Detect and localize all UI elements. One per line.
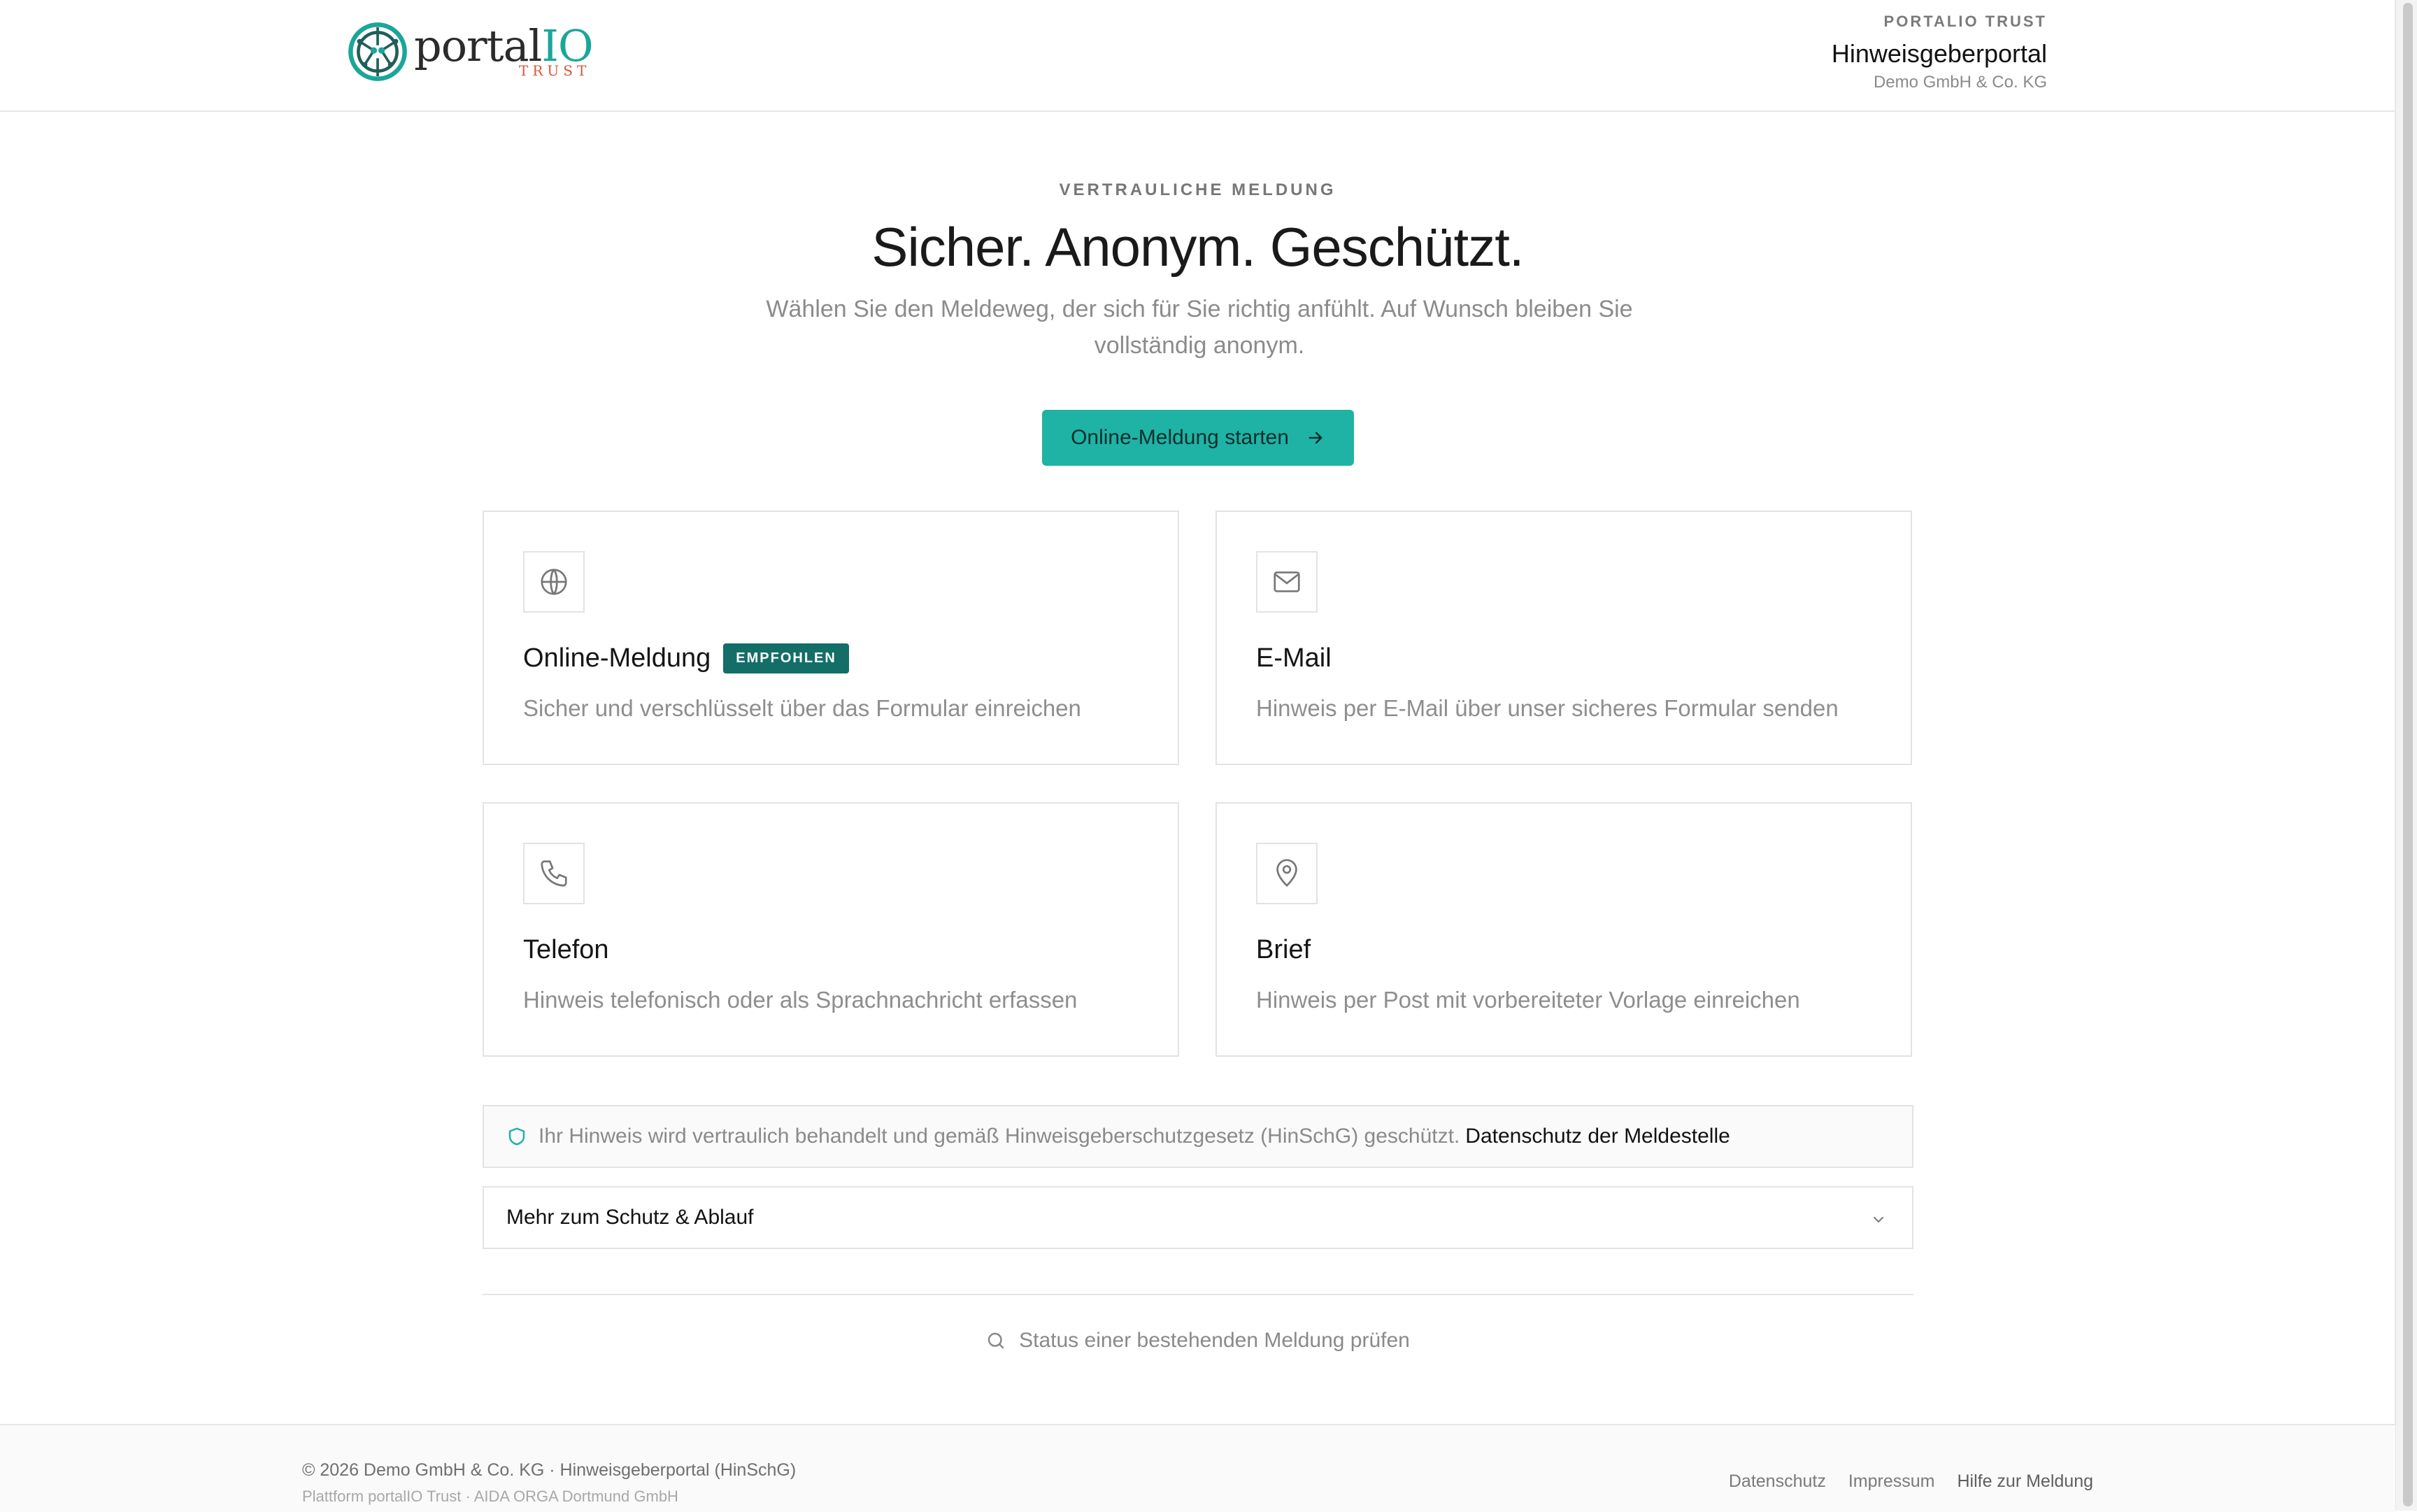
page-scrollbar[interactable] [2395,0,2417,1511]
check-status-link[interactable]: Status einer bestehenden Meldung prüfen [0,1329,2395,1353]
footer-links: Datenschutz Impressum Hilfe zur Meldung [1729,1471,2093,1492]
accordion-label: Mehr zum Schutz & Ablauf [506,1206,754,1229]
shield-icon [508,1127,525,1146]
check-status-label: Status einer bestehenden Meldung prüfen [1019,1329,1410,1352]
card-title: Telefon [523,935,609,965]
footer-legal: © 2026 Demo GmbH & Co. KG · Hinweisgeber… [302,1460,796,1506]
footer-link-help[interactable]: Hilfe zur Meldung [1957,1471,2093,1492]
card-description: Sicher und verschlüsselt über das Formul… [523,695,1081,721]
mail-icon [1274,571,1300,592]
card-description: Hinweis telefonisch oder als Sprachnachr… [523,987,1078,1013]
card-description: Hinweis per E-Mail über unser sicheres F… [1256,695,1839,721]
header-eyebrow: PORTALIO TRUST [1883,13,2047,30]
icon-box [523,843,585,904]
footer-link-privacy[interactable]: Datenschutz [1729,1471,1826,1492]
card-title: E-Mail [1256,643,1332,673]
card-title-text: Telefon [523,935,609,964]
search-icon [988,1332,1004,1349]
privacy-link[interactable]: Datenschutz der Meldestelle [1465,1125,1730,1148]
cta-label: Online-Meldung starten [1071,426,1289,449]
site-header: portalIO TRUST PORTALIO TRUST Hinweisgeb… [0,0,2395,112]
logo-wordmark: portalIO TRUST [414,20,594,83]
logo-mark-icon [348,22,407,81]
site-footer: © 2026 Demo GmbH & Co. KG · Hinweisgeber… [0,1424,2395,1512]
scrollbar-thumb[interactable] [2403,3,2413,1506]
icon-box [1256,551,1318,613]
start-online-report-button[interactable]: Online-Meldung starten [1042,410,1354,466]
card-description: Hinweis per Post mit vorbereiteter Vorla… [1256,987,1800,1013]
header-portal-info: PORTALIO TRUST Hinweisgeberportal Demo G… [1832,13,2047,92]
channel-card-phone[interactable]: Telefon Hinweis telefonisch oder als Spr… [483,802,1179,1057]
brand-logo[interactable]: portalIO TRUST [345,20,594,84]
protection-accordion[interactable]: Mehr zum Schutz & Ablauf [483,1186,1913,1249]
icon-box [523,551,585,613]
channel-card-letter[interactable]: Brief Hinweis per Post mit vorbereiteter… [1215,802,1912,1057]
globe-icon [541,569,567,595]
hero-eyebrow: VERTRAULICHE MELDUNG [1059,180,1336,199]
card-title: Online-Meldung EMPFOHLEN [523,643,849,673]
arrow-right-icon [1309,432,1322,444]
footer-platform: Plattform portalIO Trust · AIDA ORGA Dor… [302,1488,678,1505]
card-title: Brief [1256,935,1311,965]
channel-card-online[interactable]: Online-Meldung EMPFOHLEN Sicher und vers… [483,511,1179,765]
privacy-notice-text: Ihr Hinweis wird vertraulich behandelt u… [539,1125,1460,1148]
recommended-badge: EMPFOHLEN [723,643,849,673]
card-title-text: Online-Meldung [523,643,711,673]
page-title: Sicher. Anonym. Geschützt. [871,216,1524,278]
channel-card-email[interactable]: E-Mail Hinweis per E-Mail über unser sic… [1215,511,1912,765]
section-divider [483,1294,1913,1295]
phone-icon [541,860,567,887]
logo-sub: TRUST [519,62,591,79]
header-subtitle: Demo GmbH & Co. KG [1873,73,2047,92]
footer-link-imprint[interactable]: Impressum [1848,1471,1935,1492]
hero-lead: Wählen Sie den Meldeweg, der sich für Si… [766,296,1633,359]
map-pin-icon [1276,859,1297,887]
card-title-text: E-Mail [1256,643,1332,673]
privacy-notice: Ihr Hinweis wird vertraulich behandelt u… [483,1105,1913,1168]
header-title: Hinweisgeberportal [1831,39,2047,68]
footer-copyright: © 2026 Demo GmbH & Co. KG · Hinweisgeber… [302,1460,797,1480]
card-title-text: Brief [1256,935,1311,964]
chevron-down-icon [1874,1217,1883,1223]
icon-box [1256,843,1318,904]
